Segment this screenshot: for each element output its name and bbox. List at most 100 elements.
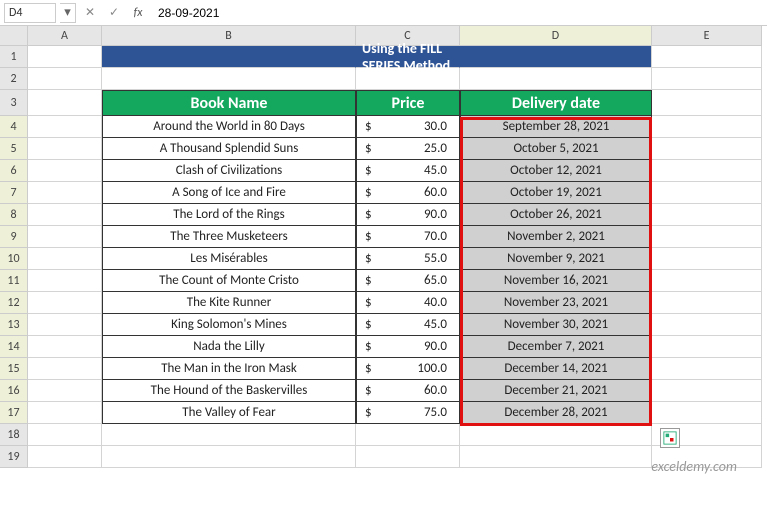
row-header[interactable]: 3	[0, 90, 28, 116]
cell[interactable]	[652, 68, 762, 90]
formula-input[interactable]	[152, 3, 763, 23]
cell[interactable]	[652, 270, 762, 292]
cell[interactable]	[652, 182, 762, 204]
cell[interactable]	[460, 424, 652, 446]
date-cell[interactable]: October 5, 2021	[460, 138, 652, 160]
row-header[interactable]: 2	[0, 68, 28, 90]
cancel-icon[interactable]: ✕	[80, 3, 100, 23]
price-cell[interactable]: $75.0	[356, 402, 460, 424]
price-cell[interactable]: $65.0	[356, 270, 460, 292]
cell[interactable]	[28, 292, 102, 314]
cell[interactable]	[102, 446, 356, 468]
date-cell[interactable]: December 7, 2021	[460, 336, 652, 358]
row-header[interactable]: 5	[0, 138, 28, 160]
row-header[interactable]: 19	[0, 446, 28, 468]
cell[interactable]	[652, 248, 762, 270]
cell[interactable]	[28, 116, 102, 138]
date-cell[interactable]: December 28, 2021	[460, 402, 652, 424]
cell[interactable]	[28, 446, 102, 468]
name-box[interactable]: D4	[4, 3, 56, 23]
cell[interactable]	[652, 314, 762, 336]
cell[interactable]	[28, 204, 102, 226]
cell[interactable]	[356, 68, 460, 90]
cell[interactable]	[28, 90, 102, 116]
book-cell[interactable]: The Count of Monte Cristo	[102, 270, 356, 292]
book-cell[interactable]: Clash of Civilizations	[102, 160, 356, 182]
cell[interactable]	[652, 292, 762, 314]
book-cell[interactable]: The Kite Runner	[102, 292, 356, 314]
cell[interactable]	[28, 160, 102, 182]
cell[interactable]	[652, 336, 762, 358]
price-cell[interactable]: $70.0	[356, 226, 460, 248]
fx-icon[interactable]: fx	[128, 3, 148, 23]
book-cell[interactable]: The Lord of the Rings	[102, 204, 356, 226]
cell[interactable]	[652, 116, 762, 138]
row-header[interactable]: 4	[0, 116, 28, 138]
row-header[interactable]: 17	[0, 402, 28, 424]
price-cell[interactable]: $90.0	[356, 204, 460, 226]
book-cell[interactable]: The Man in the Iron Mask	[102, 358, 356, 380]
cell[interactable]	[28, 68, 102, 90]
accept-icon[interactable]: ✓	[104, 3, 124, 23]
cell[interactable]	[28, 46, 102, 68]
cell[interactable]	[652, 138, 762, 160]
date-cell[interactable]: December 14, 2021	[460, 358, 652, 380]
date-cell[interactable]: November 16, 2021	[460, 270, 652, 292]
row-header[interactable]: 7	[0, 182, 28, 204]
date-cell[interactable]: November 23, 2021	[460, 292, 652, 314]
cell[interactable]	[652, 358, 762, 380]
price-cell[interactable]: $60.0	[356, 182, 460, 204]
price-cell[interactable]: $45.0	[356, 314, 460, 336]
column-header[interactable]: E	[652, 26, 762, 46]
book-cell[interactable]: A Song of Ice and Fire	[102, 182, 356, 204]
cell[interactable]	[28, 358, 102, 380]
column-header[interactable]: B	[102, 26, 356, 46]
row-header[interactable]: 10	[0, 248, 28, 270]
book-cell[interactable]: A Thousand Splendid Suns	[102, 138, 356, 160]
row-header[interactable]: 9	[0, 226, 28, 248]
cell[interactable]	[28, 270, 102, 292]
name-box-dropdown-icon[interactable]: ▾	[60, 3, 76, 23]
price-cell[interactable]: $90.0	[356, 336, 460, 358]
date-cell[interactable]: October 12, 2021	[460, 160, 652, 182]
price-cell[interactable]: $40.0	[356, 292, 460, 314]
cell[interactable]	[28, 248, 102, 270]
row-header[interactable]: 8	[0, 204, 28, 226]
cell[interactable]	[28, 336, 102, 358]
cell[interactable]	[102, 68, 356, 90]
date-cell[interactable]: November 9, 2021	[460, 248, 652, 270]
cell[interactable]	[28, 424, 102, 446]
cell[interactable]	[652, 90, 762, 116]
cell[interactable]	[460, 68, 652, 90]
row-header[interactable]: 1	[0, 46, 28, 68]
row-header[interactable]: 18	[0, 424, 28, 446]
price-cell[interactable]: $25.0	[356, 138, 460, 160]
date-cell[interactable]: November 30, 2021	[460, 314, 652, 336]
cell[interactable]	[28, 402, 102, 424]
cell[interactable]	[652, 226, 762, 248]
cell[interactable]	[652, 46, 762, 68]
price-cell[interactable]: $100.0	[356, 358, 460, 380]
cell[interactable]	[28, 226, 102, 248]
date-cell[interactable]: October 19, 2021	[460, 182, 652, 204]
row-header[interactable]: 13	[0, 314, 28, 336]
column-header[interactable]: A	[28, 26, 102, 46]
book-cell[interactable]: King Solomon's Mines	[102, 314, 356, 336]
cell[interactable]	[652, 160, 762, 182]
column-header[interactable]: D	[460, 26, 652, 46]
date-cell[interactable]: December 21, 2021	[460, 380, 652, 402]
row-header[interactable]: 14	[0, 336, 28, 358]
price-cell[interactable]: $55.0	[356, 248, 460, 270]
price-cell[interactable]: $60.0	[356, 380, 460, 402]
row-header[interactable]: 6	[0, 160, 28, 182]
row-header[interactable]: 16	[0, 380, 28, 402]
date-cell[interactable]: November 2, 2021	[460, 226, 652, 248]
date-cell[interactable]: September 28, 2021	[460, 116, 652, 138]
price-cell[interactable]: $30.0	[356, 116, 460, 138]
row-header[interactable]: 15	[0, 358, 28, 380]
cell[interactable]	[652, 204, 762, 226]
book-cell[interactable]: Les Misérables	[102, 248, 356, 270]
book-cell[interactable]: The Valley of Fear	[102, 402, 356, 424]
cell[interactable]	[652, 380, 762, 402]
cell[interactable]	[356, 446, 460, 468]
